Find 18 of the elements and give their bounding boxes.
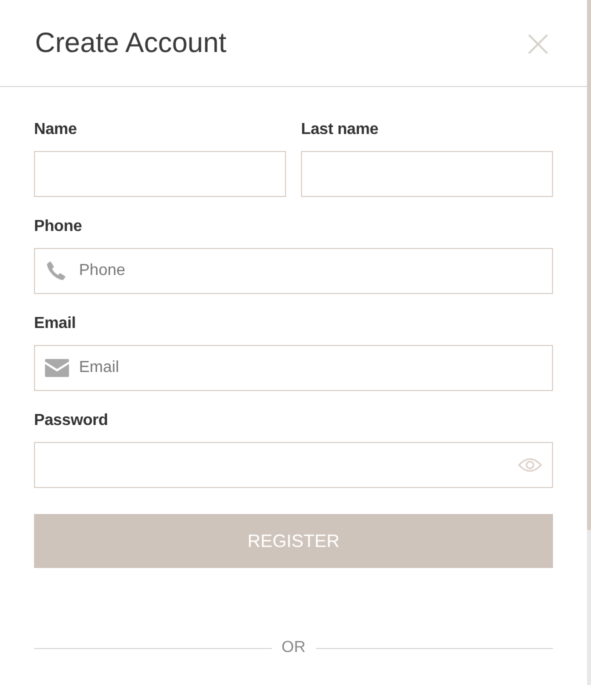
phone-icon	[45, 260, 67, 282]
text-field[interactable]	[301, 151, 553, 197]
password-field[interactable]	[34, 442, 553, 488]
email-field[interactable]: Email	[34, 345, 553, 391]
field-label: Name	[34, 120, 78, 140]
scrollbar[interactable]	[587, 0, 591, 685]
field-label: Password	[34, 411, 109, 431]
phone-field[interactable]: Phone	[34, 248, 553, 294]
envelope-icon	[45, 359, 69, 377]
register-button[interactable]: REGISTER	[34, 514, 553, 568]
close-button[interactable]: ×	[522, 24, 554, 62]
text-field[interactable]	[34, 151, 286, 197]
eye-icon[interactable]	[518, 457, 542, 473]
separator-text: OR	[282, 639, 306, 657]
field-label: Last name	[301, 120, 380, 140]
dialog-title: Create Account	[35, 27, 226, 59]
field-label: Phone	[34, 217, 83, 237]
field-label: Email	[34, 314, 77, 334]
